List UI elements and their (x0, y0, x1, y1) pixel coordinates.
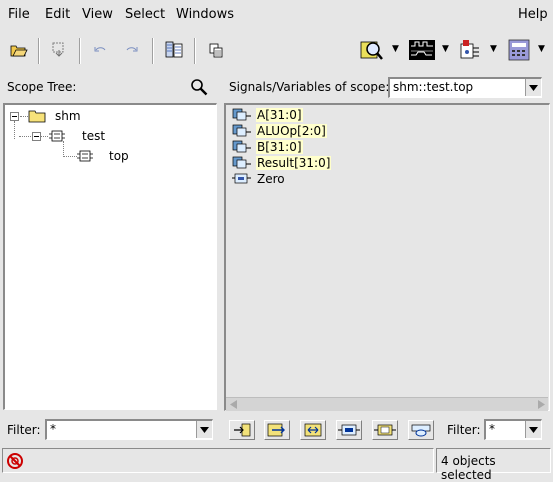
filter-select-left[interactable]: * (45, 419, 213, 440)
wire-icon (232, 173, 251, 184)
chevron-down-icon[interactable] (525, 79, 541, 96)
copy-icon[interactable] (204, 38, 228, 62)
chevron-down-icon[interactable] (196, 421, 212, 438)
chevron-down-icon[interactable]: ▼ (490, 44, 497, 54)
signal-label: ALUOp[2:0] (256, 123, 327, 138)
scope-tree-pane: shm test top (3, 103, 217, 410)
send-to-register-button[interactable] (300, 420, 326, 440)
chevron-down-icon[interactable]: ▼ (392, 44, 399, 54)
scope-select[interactable]: shm::test.top (388, 77, 542, 98)
signal-label: Result[31:0] (256, 155, 332, 170)
status-left-panel (2, 448, 434, 473)
send-to-waveform-button[interactable] (229, 420, 255, 440)
waveform-icon[interactable] (407, 38, 437, 62)
filter-value-left: * (50, 422, 56, 436)
send-to-schematic-button[interactable] (264, 420, 290, 440)
tree-connector (14, 121, 15, 139)
signal-label: Zero (257, 171, 285, 186)
search-icon[interactable] (189, 77, 209, 97)
tree-expander[interactable] (10, 112, 19, 121)
scope-tree-label: Scope Tree: (7, 80, 77, 94)
menu-edit[interactable]: Edit (45, 7, 70, 22)
redo-icon[interactable] (120, 38, 144, 62)
tree-item-test[interactable]: test (82, 129, 105, 143)
toolbar-separator (194, 38, 196, 64)
tree-connector (63, 156, 77, 157)
status-text: 4 objects selected (441, 454, 496, 482)
menu-file[interactable]: File (8, 7, 30, 22)
schematic-icon[interactable] (456, 38, 484, 62)
tree-connector (40, 136, 48, 137)
menu-windows[interactable]: Windows (176, 7, 234, 22)
filter-value-right: * (489, 422, 495, 436)
module-icon (49, 129, 65, 146)
filter-label-right: Filter: (447, 423, 481, 437)
bus-icon (232, 140, 251, 153)
chevron-down-icon[interactable]: ▼ (538, 44, 545, 54)
arrows-both-icon (304, 423, 322, 437)
tree-expander[interactable] (32, 132, 41, 141)
horizontal-scrollbar[interactable] (226, 397, 548, 411)
arrow-right-icon (267, 423, 285, 437)
register-icon[interactable] (506, 38, 532, 62)
menu-select[interactable]: Select (125, 7, 165, 22)
memory-icon (411, 424, 431, 437)
signal-item[interactable]: ALUOp[2:0] (232, 123, 327, 138)
signal-label: A[31:0] (256, 107, 303, 122)
undo-icon[interactable] (88, 38, 112, 62)
menubar: File Edit View Select Windows Help (0, 0, 553, 30)
signal-item[interactable]: Result[31:0] (232, 155, 332, 170)
open-folder-icon[interactable] (7, 38, 31, 62)
signals-label: Signals/Variables of scope: (229, 80, 390, 94)
menu-view[interactable]: View (82, 7, 113, 22)
folder-icon (28, 109, 46, 126)
chevron-down-icon[interactable]: ▼ (442, 44, 449, 54)
filter-select-right[interactable]: * (484, 419, 542, 440)
toolbar: ▼ ▼ ▼ ▼ (0, 30, 553, 72)
scope-select-value: shm::test.top (393, 80, 474, 94)
chevron-down-icon[interactable] (525, 421, 541, 438)
tree-item-shm[interactable]: shm (55, 109, 81, 123)
signal-label: B[31:0] (256, 139, 303, 154)
send-to-source-button[interactable] (336, 420, 362, 440)
bus-icon (232, 124, 251, 137)
filter-label-left: Filter: (7, 423, 41, 437)
stop-icon[interactable] (6, 452, 24, 473)
toolbar-separator (152, 38, 154, 64)
bus-icon (232, 156, 251, 169)
browser-icon[interactable] (162, 38, 186, 62)
send-to-memory-button[interactable] (408, 420, 434, 440)
module-icon (77, 149, 93, 166)
tree-item-top[interactable]: top (109, 149, 129, 163)
tree-connector (20, 116, 28, 117)
scroll-right-icon[interactable] (535, 399, 547, 410)
send-icon[interactable] (47, 38, 71, 62)
text-icon (374, 424, 396, 436)
status-bar: 4 objects selected (0, 446, 553, 482)
scroll-left-icon[interactable] (227, 399, 239, 410)
signals-pane: A[31:0] ALUOp[2:0] B[31:0] Result[31:0] … (224, 103, 550, 411)
bus-icon (232, 108, 251, 121)
signal-item[interactable]: B[31:0] (232, 139, 303, 154)
toolbar-separator (38, 38, 40, 64)
menu-help[interactable]: Help (518, 7, 548, 22)
send-to-text-button[interactable] (372, 420, 398, 440)
signal-item[interactable]: A[31:0] (232, 107, 303, 122)
design-browser-icon[interactable] (358, 38, 386, 62)
chip-icon (338, 424, 360, 436)
arrow-into-icon (234, 423, 251, 437)
signal-item[interactable]: Zero (232, 171, 286, 186)
toolbar-separator (79, 38, 81, 64)
status-right-panel: 4 objects selected (436, 448, 551, 482)
tree-connector (19, 136, 33, 137)
